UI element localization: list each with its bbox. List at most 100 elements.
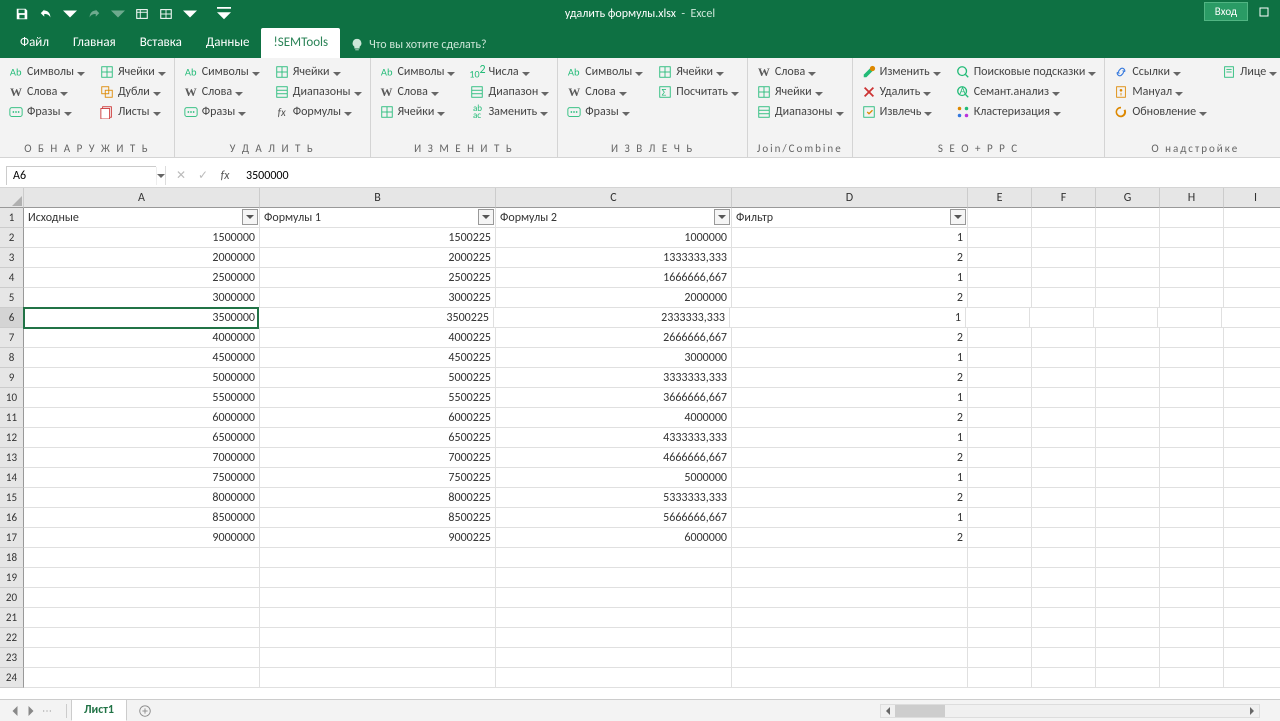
- cell-I3[interactable]: [1224, 248, 1280, 268]
- cell-G19[interactable]: [1096, 568, 1160, 588]
- cell-C6[interactable]: 2333333,333: [494, 308, 730, 328]
- cell-H2[interactable]: [1160, 228, 1224, 248]
- cell-B16[interactable]: 8500225: [260, 508, 496, 528]
- cell-F22[interactable]: [1032, 628, 1096, 648]
- ribbon-слова-button[interactable]: WСлова: [181, 83, 262, 101]
- cell-B23[interactable]: [260, 648, 496, 668]
- cell-C16[interactable]: 5666666,667: [496, 508, 732, 528]
- cell-H16[interactable]: [1160, 508, 1224, 528]
- row-header-2[interactable]: 2: [0, 228, 24, 248]
- ribbon-ячейки-button[interactable]: Ячейки: [655, 63, 741, 81]
- row-header-15[interactable]: 15: [0, 488, 24, 508]
- cell-E4[interactable]: [968, 268, 1032, 288]
- cell-D14[interactable]: 1: [732, 468, 968, 488]
- cell-G14[interactable]: [1096, 468, 1160, 488]
- horizontal-scrollbar[interactable]: [880, 704, 1260, 718]
- cell-B3[interactable]: 2000225: [260, 248, 496, 268]
- ribbon-фразы-button[interactable]: Фразы: [6, 103, 87, 121]
- cell-H13[interactable]: [1160, 448, 1224, 468]
- cell-C1[interactable]: Формулы 2: [496, 208, 732, 228]
- cell-E15[interactable]: [968, 488, 1032, 508]
- cell-D24[interactable]: [732, 668, 968, 688]
- cell-D8[interactable]: 1: [732, 348, 968, 368]
- cell-I2[interactable]: [1224, 228, 1280, 248]
- cell-F18[interactable]: [1032, 548, 1096, 568]
- cell-E17[interactable]: [968, 528, 1032, 548]
- cell-A13[interactable]: 7000000: [24, 448, 260, 468]
- cell-B13[interactable]: 7000225: [260, 448, 496, 468]
- row-header-8[interactable]: 8: [0, 348, 24, 368]
- cell-G9[interactable]: [1096, 368, 1160, 388]
- cell-D11[interactable]: 2: [732, 408, 968, 428]
- cell-A5[interactable]: 3000000: [24, 288, 260, 308]
- cell-E1[interactable]: [968, 208, 1032, 228]
- cell-F16[interactable]: [1032, 508, 1096, 528]
- cell-B21[interactable]: [260, 608, 496, 628]
- ribbon-мануал-button[interactable]: Мануал: [1111, 83, 1209, 101]
- ribbon-кластеризация-button[interactable]: Кластеризация: [953, 103, 1099, 121]
- cell-B19[interactable]: [260, 568, 496, 588]
- cell-A16[interactable]: 8500000: [24, 508, 260, 528]
- cell-A2[interactable]: 1500000: [24, 228, 260, 248]
- cell-F21[interactable]: [1032, 608, 1096, 628]
- cell-I9[interactable]: [1224, 368, 1280, 388]
- ribbon-символы-button[interactable]: AbСимволы: [377, 63, 458, 81]
- cell-G18[interactable]: [1096, 548, 1160, 568]
- cell-B18[interactable]: [260, 548, 496, 568]
- cell-B20[interactable]: [260, 588, 496, 608]
- cell-E18[interactable]: [968, 548, 1032, 568]
- row-header-13[interactable]: 13: [0, 448, 24, 468]
- cell-D10[interactable]: 1: [732, 388, 968, 408]
- cell-C7[interactable]: 2666666,667: [496, 328, 732, 348]
- cell-H19[interactable]: [1160, 568, 1224, 588]
- ribbon-семант.анализ-button[interactable]: AСемант.анализ: [953, 83, 1099, 101]
- cell-E16[interactable]: [968, 508, 1032, 528]
- cell-A9[interactable]: 5000000: [24, 368, 260, 388]
- cell-G5[interactable]: [1096, 288, 1160, 308]
- column-header-A[interactable]: A: [24, 188, 260, 208]
- cell-H20[interactable]: [1160, 588, 1224, 608]
- cell-F4[interactable]: [1032, 268, 1096, 288]
- row-header-10[interactable]: 10: [0, 388, 24, 408]
- row-header-12[interactable]: 12: [0, 428, 24, 448]
- cell-H4[interactable]: [1160, 268, 1224, 288]
- cell-H18[interactable]: [1160, 548, 1224, 568]
- cell-E21[interactable]: [968, 608, 1032, 628]
- ribbon-ячейки-button[interactable]: Ячейки: [754, 83, 846, 101]
- cell-F10[interactable]: [1032, 388, 1096, 408]
- filter-dropdown-icon[interactable]: [950, 209, 966, 225]
- cell-C9[interactable]: 3333333,333: [496, 368, 732, 388]
- cell-H9[interactable]: [1160, 368, 1224, 388]
- cell-F2[interactable]: [1032, 228, 1096, 248]
- cell-B5[interactable]: 3000225: [260, 288, 496, 308]
- cell-H10[interactable]: [1160, 388, 1224, 408]
- cell-E20[interactable]: [968, 588, 1032, 608]
- cell-H8[interactable]: [1160, 348, 1224, 368]
- cell-F6[interactable]: [1030, 308, 1094, 328]
- cell-I21[interactable]: [1224, 608, 1280, 628]
- ribbon-ссылки-button[interactable]: Ссылки: [1111, 63, 1209, 81]
- cell-B17[interactable]: 9000225: [260, 528, 496, 548]
- cell-B22[interactable]: [260, 628, 496, 648]
- sheet-nav-menu-icon[interactable]: ⋯: [40, 704, 54, 718]
- cell-E11[interactable]: [968, 408, 1032, 428]
- cell-I17[interactable]: [1224, 528, 1280, 548]
- cell-I14[interactable]: [1224, 468, 1280, 488]
- scroll-left-icon[interactable]: [881, 705, 895, 717]
- cancel-icon[interactable]: ✕: [172, 167, 190, 185]
- cell-E5[interactable]: [968, 288, 1032, 308]
- row-header-19[interactable]: 19: [0, 568, 24, 588]
- cell-H7[interactable]: [1160, 328, 1224, 348]
- cell-A12[interactable]: 6500000: [24, 428, 260, 448]
- ribbon-символы-button[interactable]: AbСимволы: [6, 63, 87, 81]
- save-icon[interactable]: [12, 4, 32, 24]
- cell-I15[interactable]: [1224, 488, 1280, 508]
- cell-B24[interactable]: [260, 668, 496, 688]
- ribbon-лице-button[interactable]: Лице: [1219, 63, 1279, 81]
- qat-button-2[interactable]: [156, 4, 176, 24]
- cell-E22[interactable]: [968, 628, 1032, 648]
- row-header-20[interactable]: 20: [0, 588, 24, 608]
- cell-A20[interactable]: [24, 588, 260, 608]
- scroll-thumb[interactable]: [895, 705, 945, 717]
- cell-B10[interactable]: 5500225: [260, 388, 496, 408]
